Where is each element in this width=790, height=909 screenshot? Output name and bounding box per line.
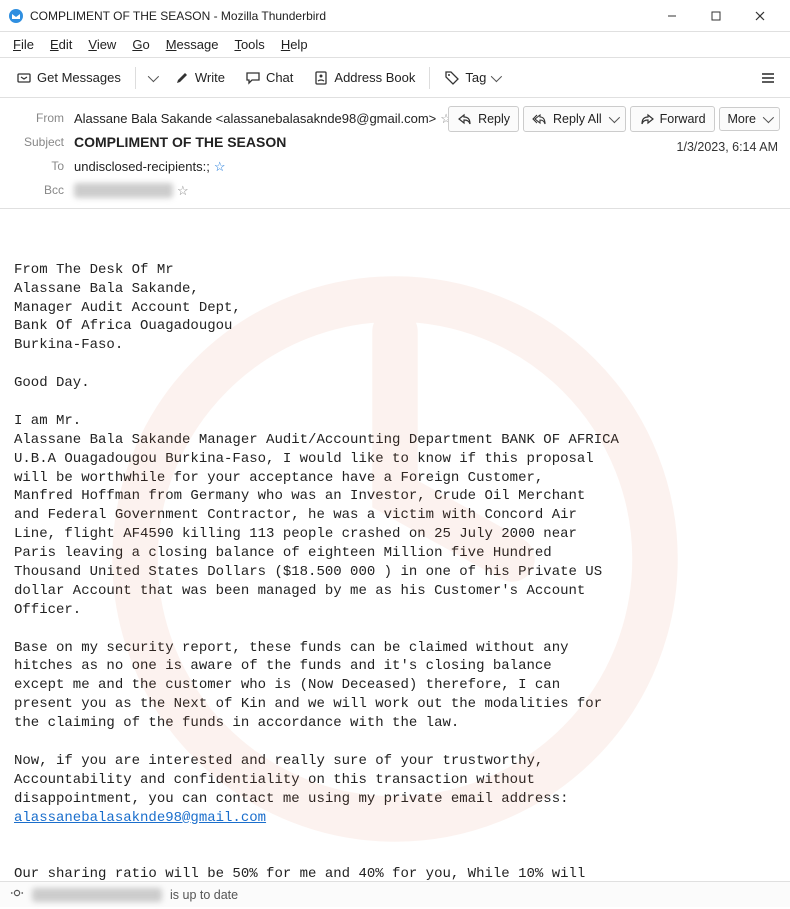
pencil-icon	[174, 70, 190, 86]
body-email-link[interactable]: alassanebalasaknde98@gmail.com	[14, 810, 266, 826]
message-actions: Reply Reply All Forward More	[448, 106, 780, 132]
hamburger-icon	[760, 70, 776, 86]
forward-label: Forward	[660, 112, 706, 126]
star-icon[interactable]: ☆	[214, 160, 226, 173]
status-account-redacted: xxxxxxxxxxxxxxx	[32, 888, 162, 902]
address-book-label: Address Book	[334, 70, 415, 85]
menu-help[interactable]: Help	[274, 34, 315, 55]
reply-all-icon	[532, 111, 548, 127]
star-icon[interactable]: ☆	[177, 184, 189, 197]
close-button[interactable]	[738, 1, 782, 30]
toolbar: Get Messages Write Chat Address Book Tag	[0, 58, 790, 98]
menubar: File Edit View Go Message Tools Help	[0, 32, 790, 58]
menu-edit[interactable]: Edit	[43, 34, 79, 55]
app-icon	[8, 8, 24, 24]
menu-tools[interactable]: Tools	[227, 34, 271, 55]
more-label: More	[728, 112, 756, 126]
app-menu-button[interactable]	[754, 65, 782, 91]
get-messages-label: Get Messages	[37, 70, 121, 85]
message-body: From The Desk Of Mr Alassane Bala Sakand…	[0, 209, 790, 909]
from-label: From	[12, 111, 64, 125]
forward-icon	[639, 111, 655, 127]
to-label: To	[12, 159, 64, 173]
body-p1: From The Desk Of Mr Alassane Bala Sakand…	[14, 262, 241, 354]
address-book-button[interactable]: Address Book	[305, 65, 423, 91]
download-icon	[16, 70, 32, 86]
chevron-down-icon	[148, 70, 159, 81]
status-text: is up to date	[170, 888, 238, 902]
window-controls	[650, 1, 782, 30]
body-p5: Now, if you are interested and really su…	[14, 753, 569, 807]
tag-button[interactable]: Tag	[436, 65, 507, 91]
chevron-down-icon	[763, 112, 774, 123]
get-messages-button[interactable]: Get Messages	[8, 65, 129, 91]
chat-label: Chat	[266, 70, 293, 85]
timestamp: 1/3/2023, 6:14 AM	[677, 140, 778, 154]
to-value[interactable]: undisclosed-recipients:;	[74, 159, 210, 174]
maximize-button[interactable]	[694, 1, 738, 30]
window-title: COMPLIMENT OF THE SEASON - Mozilla Thund…	[30, 9, 650, 23]
menu-file[interactable]: File	[6, 34, 41, 55]
tag-label: Tag	[465, 70, 486, 85]
tag-icon	[444, 70, 460, 86]
body-p3: I am Mr. Alassane Bala Sakande Manager A…	[14, 413, 619, 618]
toolbar-separator	[429, 67, 430, 89]
bcc-value-redacted[interactable]: xxxxxxxxxxxxxx	[74, 183, 173, 198]
reply-icon	[457, 111, 473, 127]
body-p2: Good Day.	[14, 375, 90, 391]
message-header: Reply Reply All Forward More From Alassa…	[0, 98, 790, 209]
reply-label: Reply	[478, 112, 510, 126]
write-label: Write	[195, 70, 225, 85]
chevron-down-icon	[608, 112, 619, 123]
chat-icon	[245, 70, 261, 86]
reply-all-button[interactable]: Reply All	[523, 106, 626, 132]
menu-view[interactable]: View	[81, 34, 123, 55]
bcc-label: Bcc	[12, 183, 64, 197]
get-messages-dropdown[interactable]	[142, 69, 162, 87]
from-value[interactable]: Alassane Bala Sakande <alassanebalasaknd…	[74, 111, 436, 126]
menu-go[interactable]: Go	[125, 34, 156, 55]
chat-button[interactable]: Chat	[237, 65, 301, 91]
more-button[interactable]: More	[719, 107, 780, 131]
toolbar-separator	[135, 67, 136, 89]
subject-label: Subject	[12, 135, 64, 149]
menu-message[interactable]: Message	[159, 34, 226, 55]
titlebar: COMPLIMENT OF THE SEASON - Mozilla Thund…	[0, 0, 790, 32]
minimize-button[interactable]	[650, 1, 694, 30]
address-book-icon	[313, 70, 329, 86]
statusbar: xxxxxxxxxxxxxxx is up to date	[0, 881, 790, 907]
forward-button[interactable]: Forward	[630, 106, 715, 132]
subject-value: COMPLIMENT OF THE SEASON	[74, 134, 286, 150]
reply-all-label: Reply All	[553, 112, 602, 126]
sync-icon	[10, 886, 24, 903]
write-button[interactable]: Write	[166, 65, 233, 91]
chevron-down-icon	[491, 70, 502, 81]
body-p4: Base on my security report, these funds …	[14, 640, 602, 732]
reply-button[interactable]: Reply	[448, 106, 519, 132]
